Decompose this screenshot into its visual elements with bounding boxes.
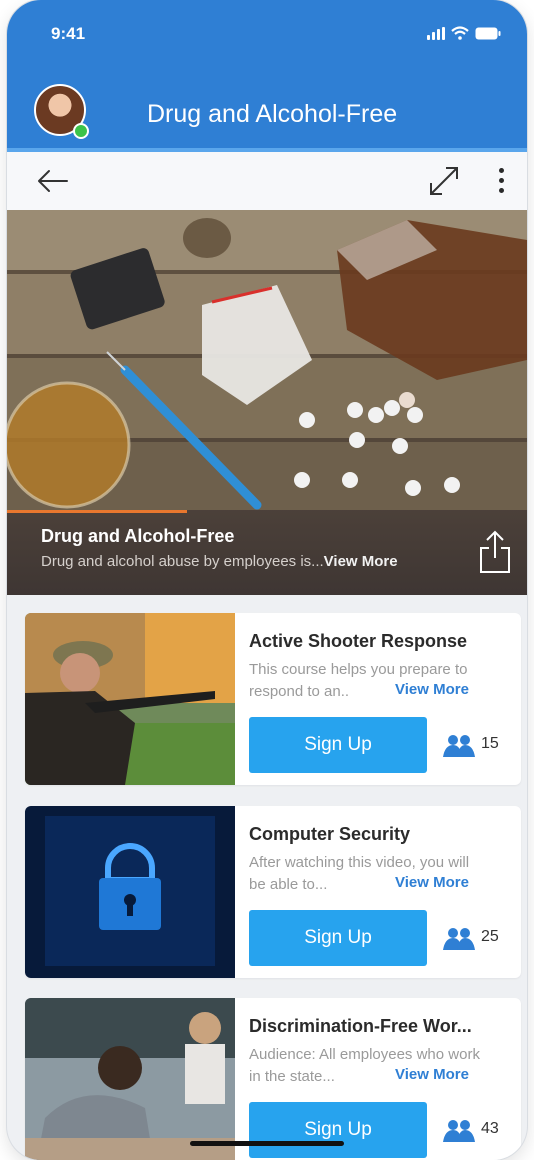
status-icons <box>427 26 501 40</box>
expand-icon <box>430 167 458 195</box>
sign-up-button[interactable]: Sign Up <box>249 717 427 773</box>
sign-up-button[interactable]: Sign Up <box>249 910 427 966</box>
attendees-icon <box>443 928 475 950</box>
phone-screen: 9:41 Drug and Alcohol-Free Drug and Alco… <box>7 0 527 1160</box>
course-title[interactable]: Computer Security <box>249 824 410 845</box>
course-thumbnail <box>25 613 235 785</box>
signal-icon <box>427 27 445 40</box>
course-title[interactable]: Discrimination-Free Wor... <box>249 1016 472 1037</box>
wifi-icon <box>451 26 469 40</box>
course-card[interactable]: Active Shooter Response This course help… <box>25 613 521 785</box>
hero-banner[interactable]: Drug and Alcohol-Free Drug and alcohol a… <box>7 210 527 595</box>
course-thumbnail <box>25 806 235 978</box>
more-vertical-icon <box>491 168 511 193</box>
app-header: 9:41 Drug and Alcohol-Free <box>7 0 527 152</box>
home-indicator[interactable] <box>190 1141 344 1146</box>
course-card[interactable]: Discrimination-Free Wor... Audience: All… <box>25 998 521 1160</box>
more-options-button[interactable] <box>491 164 511 198</box>
hero-progress-bar <box>7 510 187 513</box>
expand-button[interactable] <box>427 164 461 198</box>
back-arrow-icon <box>38 170 68 192</box>
attendee-count: 43 <box>481 1120 499 1137</box>
attendees-icon <box>443 735 475 757</box>
view-more-link[interactable]: View More <box>391 874 469 891</box>
attendees-icon <box>443 1120 475 1142</box>
attendee-count: 25 <box>481 928 499 945</box>
hero-description-text: Drug and alcohol abuse by employees is..… <box>41 553 324 570</box>
sign-up-button[interactable]: Sign Up <box>249 1102 427 1158</box>
online-status-dot <box>73 123 89 139</box>
page-title: Drug and Alcohol-Free <box>147 100 398 128</box>
toolbar <box>7 152 527 210</box>
back-button[interactable] <box>35 166 71 196</box>
view-more-link[interactable]: View More <box>391 1066 469 1083</box>
course-thumbnail <box>25 998 235 1160</box>
view-more-link[interactable]: View More <box>391 681 469 698</box>
share-icon <box>480 530 510 573</box>
hero-title: Drug and Alcohol-Free <box>41 526 235 546</box>
status-time: 9:41 <box>51 24 86 43</box>
course-card[interactable]: Computer Security After watching this vi… <box>25 806 521 978</box>
battery-icon <box>475 27 501 40</box>
share-button[interactable] <box>477 528 513 576</box>
attendee-count: 15 <box>481 735 499 752</box>
hero-view-more-link[interactable]: View More <box>324 553 398 570</box>
course-title[interactable]: Active Shooter Response <box>249 631 467 652</box>
hero-image <box>7 210 527 510</box>
hero-description: Drug and alcohol abuse by employees is..… <box>41 553 398 570</box>
